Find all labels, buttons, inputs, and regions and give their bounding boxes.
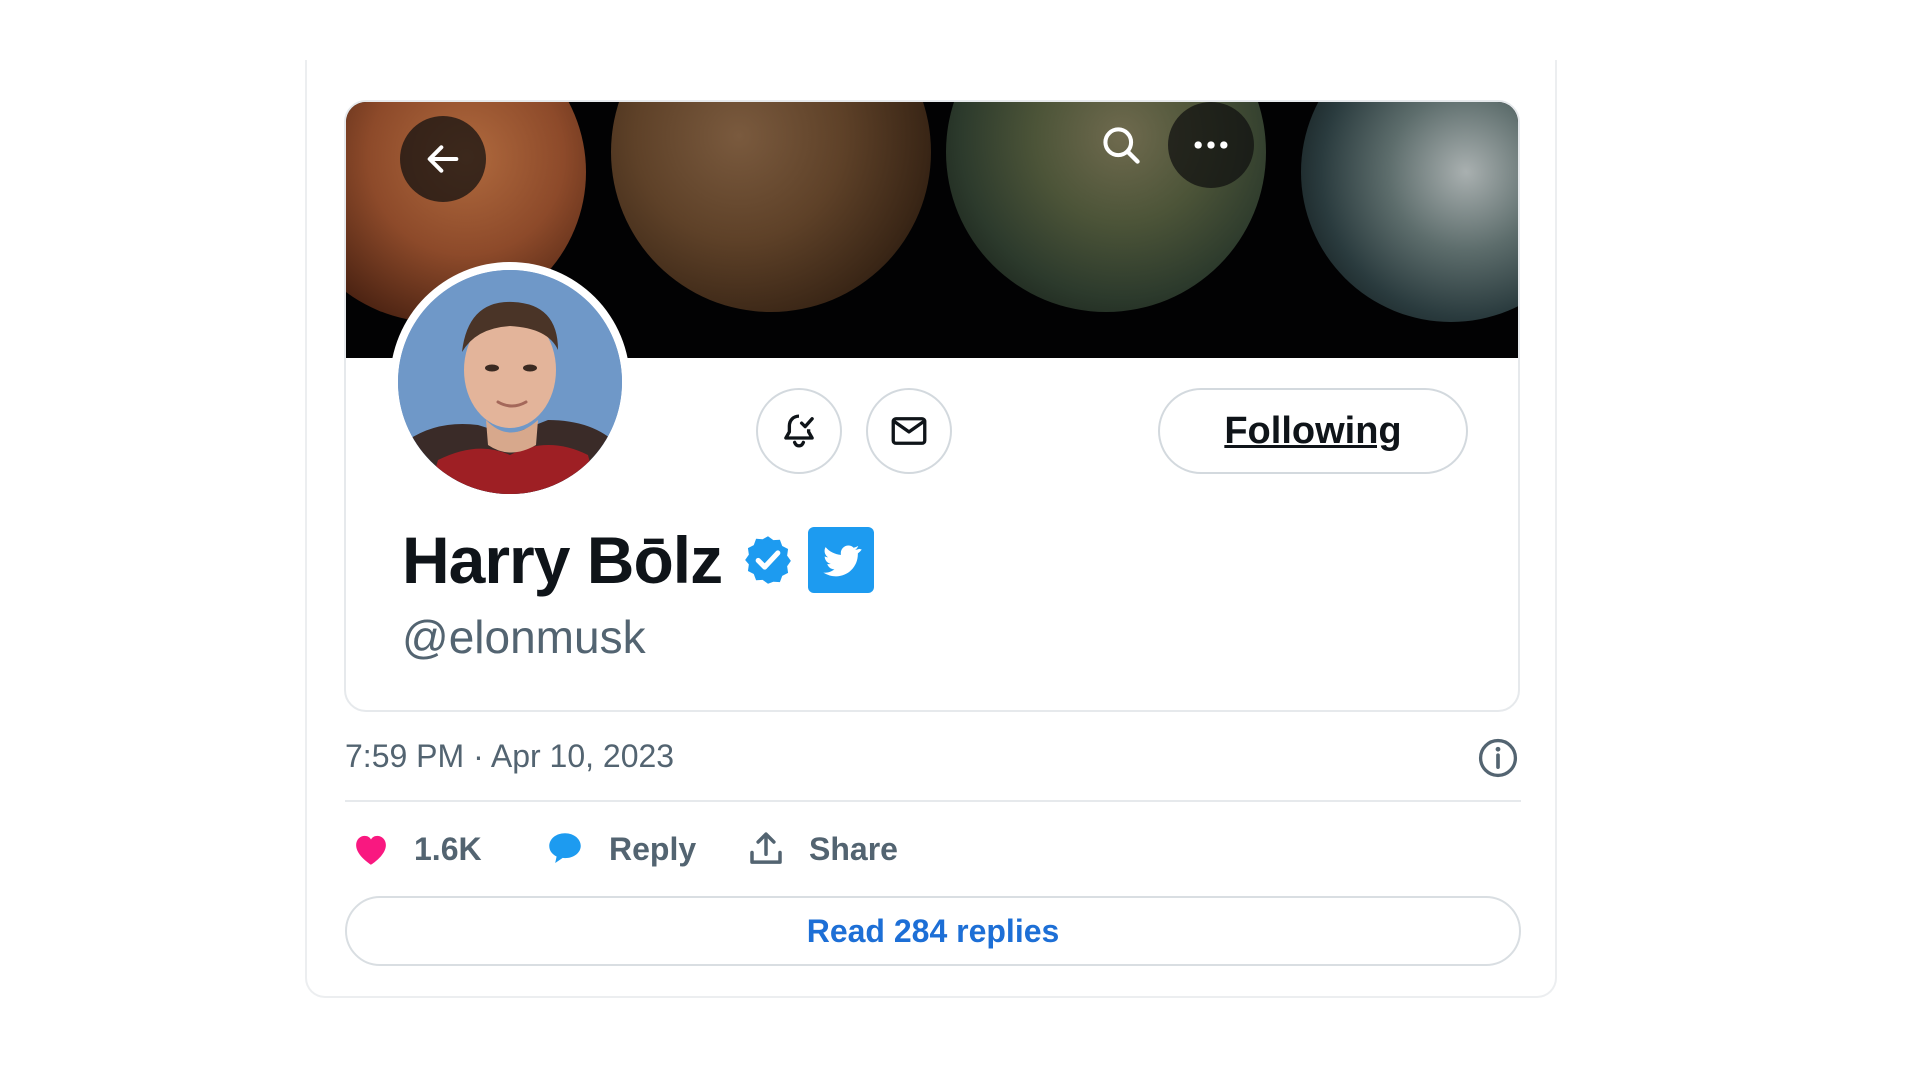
avatar-portrait — [398, 270, 622, 494]
heart-icon — [356, 835, 386, 865]
avatar[interactable] — [398, 270, 622, 494]
share-button[interactable]: Share — [745, 828, 898, 870]
search-icon — [1103, 127, 1140, 164]
bell-check-icon — [784, 414, 814, 448]
verified-badge-icon — [745, 536, 791, 584]
like-count: 1.6K — [414, 830, 482, 867]
reply-label: Reply — [609, 830, 697, 867]
notifications-button[interactable] — [756, 388, 842, 474]
display-name: Harry Bōlz — [402, 523, 723, 597]
profile-handle: @elonmusk — [402, 611, 646, 663]
arrow-left-icon — [427, 145, 459, 173]
back-button[interactable] — [400, 116, 486, 202]
message-button[interactable] — [866, 388, 952, 474]
more-options-button[interactable] — [1168, 102, 1254, 188]
share-label: Share — [809, 830, 898, 867]
banner-planet-terraforming-1 — [611, 102, 931, 312]
like-button[interactable]: 1.6K — [350, 828, 482, 870]
info-button[interactable] — [1476, 736, 1520, 785]
profile-preview-card: Following Harry Bōlz @elonmusk — [344, 100, 1520, 712]
avatar-border — [390, 262, 630, 502]
upload-share-icon — [750, 832, 782, 864]
banner-planet-earthlike — [1301, 102, 1518, 322]
twitter-bird-icon — [823, 545, 862, 577]
reply-button[interactable]: Reply — [543, 828, 696, 870]
search-button[interactable] — [1078, 102, 1164, 188]
name-row: Harry Bōlz — [402, 522, 875, 598]
envelope-icon — [891, 417, 927, 445]
more-horizontal-icon — [1194, 141, 1228, 149]
tweet-timestamp[interactable]: 7:59 PM · Apr 10, 2023 — [345, 738, 674, 775]
info-icon — [1478, 738, 1518, 778]
divider — [345, 800, 1521, 802]
speech-bubble-icon — [549, 833, 581, 863]
following-button[interactable]: Following — [1158, 388, 1468, 474]
twitter-affiliate-badge — [808, 527, 875, 593]
read-replies-button[interactable]: Read 284 replies — [345, 896, 1521, 966]
